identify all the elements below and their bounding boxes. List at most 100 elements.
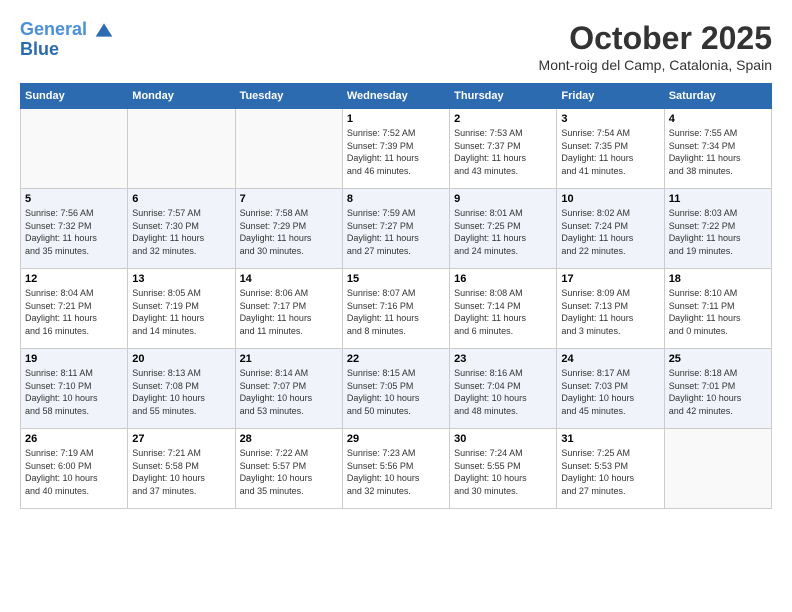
day-header-friday: Friday (557, 84, 664, 109)
calendar-cell: 23 Sunrise: 8:16 AMSunset: 7:04 PMDayligh… (450, 349, 557, 429)
day-info: Sunrise: 8:02 AMSunset: 7:24 PMDaylight:… (561, 207, 659, 257)
day-info: Sunrise: 7:58 AMSunset: 7:29 PMDaylight:… (240, 207, 338, 257)
calendar-cell (128, 109, 235, 189)
logo-text: General (20, 20, 114, 40)
day-number: 6 (132, 193, 230, 205)
calendar-cell: 16 Sunrise: 8:08 AMSunset: 7:14 PMDayligh… (450, 269, 557, 349)
day-number: 19 (25, 353, 123, 365)
day-info: Sunrise: 7:59 AMSunset: 7:27 PMDaylight:… (347, 207, 445, 257)
day-info: Sunrise: 7:25 AMSunset: 5:53 PMDaylight:… (561, 447, 659, 497)
calendar-cell: 9 Sunrise: 8:01 AMSunset: 7:25 PMDaylight… (450, 189, 557, 269)
day-number: 29 (347, 433, 445, 445)
day-number: 28 (240, 433, 338, 445)
calendar-cell: 20Sunrise: 8:13 AMSunset: 7:08 PMDayligh… (128, 349, 235, 429)
day-info: Sunrise: 8:18 AMSunset: 7:01 PMDaylight:… (669, 367, 767, 417)
day-number: 18 (669, 273, 767, 285)
day-number: 4 (669, 113, 767, 125)
calendar-week-row: 5 Sunrise: 7:56 AMSunset: 7:32 PMDaylight… (21, 189, 772, 269)
logo-blue: Blue (20, 40, 114, 60)
page-header: General Blue October 2025 Mont-roig del … (20, 20, 772, 73)
day-number: 26 (25, 433, 123, 445)
calendar-cell: 14 Sunrise: 8:06 AMSunset: 7:17 PMDayligh… (235, 269, 342, 349)
day-header-thursday: Thursday (450, 84, 557, 109)
day-number: 7 (240, 193, 338, 205)
day-header-tuesday: Tuesday (235, 84, 342, 109)
title-block: October 2025 Mont-roig del Camp, Catalon… (539, 20, 772, 73)
calendar-cell: 3 Sunrise: 7:54 AMSunset: 7:35 PMDaylight… (557, 109, 664, 189)
day-info: Sunrise: 8:06 AMSunset: 7:17 PMDaylight:… (240, 287, 338, 337)
calendar-cell (21, 109, 128, 189)
calendar-cell: 8Sunrise: 7:59 AMSunset: 7:27 PMDaylight… (342, 189, 449, 269)
calendar-cell: 6 Sunrise: 7:57 AMSunset: 7:30 PMDaylight… (128, 189, 235, 269)
day-info: Sunrise: 7:22 AMSunset: 5:57 PMDaylight:… (240, 447, 338, 497)
calendar-cell: 25 Sunrise: 8:18 AMSunset: 7:01 PMDayligh… (664, 349, 771, 429)
day-info: Sunrise: 7:57 AMSunset: 7:30 PMDaylight:… (132, 207, 230, 257)
day-number: 12 (25, 273, 123, 285)
day-number: 27 (132, 433, 230, 445)
day-number: 16 (454, 273, 552, 285)
calendar-cell: 27 Sunrise: 7:21 AMSunset: 5:58 PMDayligh… (128, 429, 235, 509)
logo-icon (94, 20, 114, 40)
calendar-cell: 31 Sunrise: 7:25 AMSunset: 5:53 PMDayligh… (557, 429, 664, 509)
calendar-cell: 2 Sunrise: 7:53 AMSunset: 7:37 PMDaylight… (450, 109, 557, 189)
day-number: 25 (669, 353, 767, 365)
day-info: Sunrise: 7:55 AMSunset: 7:34 PMDaylight:… (669, 127, 767, 177)
calendar-cell: 4 Sunrise: 7:55 AMSunset: 7:34 PMDaylight… (664, 109, 771, 189)
calendar-header-row: SundayMondayTuesdayWednesdayThursdayFrid… (21, 84, 772, 109)
day-info: Sunrise: 8:16 AMSunset: 7:04 PMDaylight:… (454, 367, 552, 417)
day-number: 14 (240, 273, 338, 285)
day-number: 9 (454, 193, 552, 205)
calendar-cell: 10Sunrise: 8:02 AMSunset: 7:24 PMDayligh… (557, 189, 664, 269)
day-number: 21 (240, 353, 338, 365)
day-number: 11 (669, 193, 767, 205)
day-info: Sunrise: 8:08 AMSunset: 7:14 PMDaylight:… (454, 287, 552, 337)
day-number: 30 (454, 433, 552, 445)
calendar-cell: 28 Sunrise: 7:22 AMSunset: 5:57 PMDayligh… (235, 429, 342, 509)
day-info: Sunrise: 7:53 AMSunset: 7:37 PMDaylight:… (454, 127, 552, 177)
day-info: Sunrise: 8:13 AMSunset: 7:08 PMDaylight:… (132, 367, 230, 417)
calendar-cell: 15 Sunrise: 8:07 AMSunset: 7:16 PMDayligh… (342, 269, 449, 349)
location: Mont-roig del Camp, Catalonia, Spain (539, 57, 772, 73)
calendar-table: SundayMondayTuesdayWednesdayThursdayFrid… (20, 83, 772, 509)
day-info: Sunrise: 7:56 AMSunset: 7:32 PMDaylight:… (25, 207, 123, 257)
day-info: Sunrise: 8:17 AMSunset: 7:03 PMDaylight:… (561, 367, 659, 417)
day-number: 2 (454, 113, 552, 125)
calendar-cell: 12Sunrise: 8:04 AMSunset: 7:21 PMDayligh… (21, 269, 128, 349)
day-number: 5 (25, 193, 123, 205)
day-info: Sunrise: 8:07 AMSunset: 7:16 PMDaylight:… (347, 287, 445, 337)
day-info: Sunrise: 8:15 AMSunset: 7:05 PMDaylight:… (347, 367, 445, 417)
calendar-cell: 5 Sunrise: 7:56 AMSunset: 7:32 PMDaylight… (21, 189, 128, 269)
day-number: 31 (561, 433, 659, 445)
day-info: Sunrise: 8:10 AMSunset: 7:11 PMDaylight:… (669, 287, 767, 337)
day-info: Sunrise: 8:03 AMSunset: 7:22 PMDaylight:… (669, 207, 767, 257)
calendar-cell: 1 Sunrise: 7:52 AMSunset: 7:39 PMDaylight… (342, 109, 449, 189)
calendar-cell: 22Sunrise: 8:15 AMSunset: 7:05 PMDayligh… (342, 349, 449, 429)
day-number: 3 (561, 113, 659, 125)
month-title: October 2025 (539, 20, 772, 57)
calendar-cell (235, 109, 342, 189)
day-info: Sunrise: 7:54 AMSunset: 7:35 PMDaylight:… (561, 127, 659, 177)
calendar-cell: 30Sunrise: 7:24 AMSunset: 5:55 PMDayligh… (450, 429, 557, 509)
day-number: 23 (454, 353, 552, 365)
calendar-cell (664, 429, 771, 509)
day-number: 13 (132, 273, 230, 285)
calendar-cell: 7 Sunrise: 7:58 AMSunset: 7:29 PMDaylight… (235, 189, 342, 269)
calendar-cell: 19 Sunrise: 8:11 AMSunset: 7:10 PMDayligh… (21, 349, 128, 429)
day-number: 24 (561, 353, 659, 365)
day-number: 1 (347, 113, 445, 125)
day-info: Sunrise: 7:19 AMSunset: 6:00 PMDaylight:… (25, 447, 123, 497)
calendar-cell: 24 Sunrise: 8:17 AMSunset: 7:03 PMDayligh… (557, 349, 664, 429)
calendar-week-row: 19 Sunrise: 8:11 AMSunset: 7:10 PMDayligh… (21, 349, 772, 429)
day-info: Sunrise: 8:11 AMSunset: 7:10 PMDaylight:… (25, 367, 123, 417)
calendar-week-row: 12Sunrise: 8:04 AMSunset: 7:21 PMDayligh… (21, 269, 772, 349)
day-info: Sunrise: 7:52 AMSunset: 7:39 PMDaylight:… (347, 127, 445, 177)
calendar-week-row: 26 Sunrise: 7:19 AMSunset: 6:00 PMDayligh… (21, 429, 772, 509)
day-info: Sunrise: 8:01 AMSunset: 7:25 PMDaylight:… (454, 207, 552, 257)
day-info: Sunrise: 7:21 AMSunset: 5:58 PMDaylight:… (132, 447, 230, 497)
day-header-monday: Monday (128, 84, 235, 109)
day-number: 15 (347, 273, 445, 285)
day-header-saturday: Saturday (664, 84, 771, 109)
calendar-cell: 13Sunrise: 8:05 AMSunset: 7:19 PMDayligh… (128, 269, 235, 349)
calendar-cell: 18 Sunrise: 8:10 AMSunset: 7:11 PMDayligh… (664, 269, 771, 349)
logo: General Blue (20, 20, 114, 60)
